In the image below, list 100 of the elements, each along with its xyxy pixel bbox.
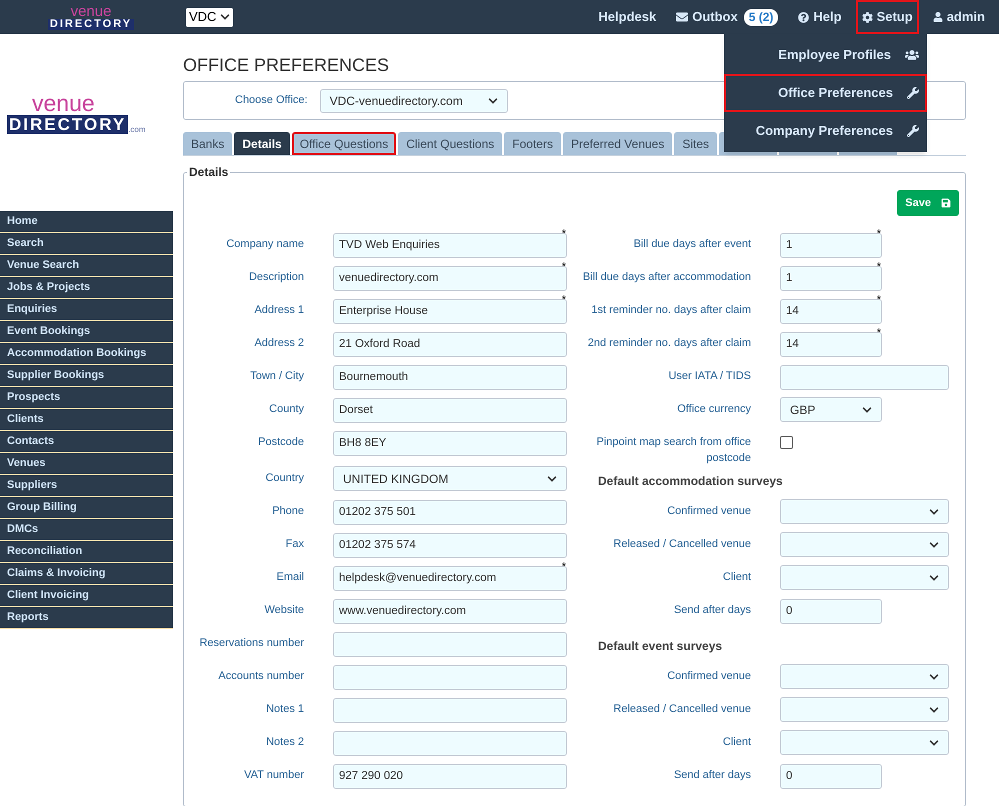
nav-link[interactable]: Helpdesk [594,2,660,32]
field-label: Client [722,735,751,750]
section-title: Details [188,164,230,181]
input-field[interactable]: 1 [780,232,882,258]
field-label: Choose Office: [235,93,308,108]
field-label: Fax [284,537,304,552]
wrench-icon [907,125,919,137]
section-heading: Default accommodation surveys [598,473,783,490]
nav-link[interactable]: admin [928,2,989,32]
input-field[interactable]: 1 [780,266,882,290]
field-label: Send after days [672,603,751,618]
sidebar-item[interactable]: Home [0,211,173,233]
field-label: Email [275,570,304,585]
input-field[interactable] [780,364,949,390]
menu-item[interactable]: Office Preferences [724,74,927,112]
input-field[interactable]: Bournemouth [333,364,567,390]
input-field[interactable]: 14 [780,332,882,356]
tab[interactable]: Footers [504,132,561,155]
tab[interactable]: Sites [674,132,718,155]
sidebar-item[interactable]: Suppliers [0,475,173,497]
select-field[interactable] [780,730,949,755]
sidebar-item[interactable]: Client Invoicing [0,585,173,607]
sidebar-item[interactable]: Accommodation Bookings [0,343,173,365]
users-icon [905,48,919,62]
nav-link[interactable]: Setup [858,2,917,32]
field-label: 2nd reminder no. days after claim [586,336,751,351]
chevron-down-icon [929,672,939,682]
save-icon [941,198,951,208]
input-field[interactable]: venuedirectory.com [333,266,567,290]
page-title: OFFICE PREFERENCES [183,54,390,76]
field-label: Postcode [257,435,304,450]
input-field[interactable]: 0 [780,598,882,624]
sidebar-item[interactable]: Reconciliation [0,541,173,563]
field-label: Released / Cancelled venue [612,537,751,552]
input-field[interactable]: helpdesk@venuedirectory.com [333,566,567,590]
tab[interactable]: Office Questions [292,132,396,155]
tab[interactable]: Banks [183,132,232,155]
select-field[interactable] [780,664,949,689]
input-field[interactable]: www.venuedirectory.com [333,598,567,624]
field-label: Office currency [676,402,751,417]
sidebar-item[interactable]: Clients [0,409,173,431]
input-field[interactable]: Enterprise House [333,298,567,324]
sidebar-item[interactable]: Supplier Bookings [0,365,173,387]
input-field[interactable] [333,632,567,656]
field-label: Website [263,603,304,618]
tab[interactable]: Preferred Venues [562,132,672,155]
section-heading: Default event surveys [598,638,722,655]
select-field[interactable] [780,532,949,557]
field-label: Confirmed venue [666,504,751,519]
nav-link[interactable]: Help [794,2,846,32]
sidebar-item[interactable]: Group Billing [0,497,173,519]
chevron-down-icon [929,738,939,748]
sidebar-item[interactable]: Enquiries [0,299,173,321]
field-label: Accounts number [217,669,304,684]
input-field[interactable]: 01202 375 574 [333,532,567,558]
sidebar-item[interactable]: Venue Search [0,255,173,277]
sidebar-item[interactable]: Event Bookings [0,321,173,343]
envelope-icon [676,11,688,23]
input-field[interactable]: 21 Oxford Road [333,332,567,356]
select-field[interactable]: UNITED KINGDOM [333,466,567,491]
input-field[interactable]: BH8 8EY [333,430,567,456]
sidebar-item[interactable]: Contacts [0,431,173,453]
field-label: Notes 1 [265,702,304,717]
input-field[interactable]: 14 [780,298,882,324]
input-field[interactable]: TVD Web Enquiries [333,232,567,258]
field-label: Pinpoint map search from office postcode [596,435,751,466]
input-field[interactable]: 01202 375 501 [333,500,567,524]
select-field[interactable] [780,697,949,722]
sidebar-item[interactable]: Prospects [0,387,173,409]
select-field[interactable]: VDC-venuedirectory.com [320,88,508,112]
sidebar-item[interactable]: Claims & Invoicing [0,563,173,585]
chevron-down-icon [488,96,498,106]
select-field[interactable]: GBP [780,397,882,422]
input-field[interactable] [333,730,567,756]
field-label: County [268,402,304,417]
input-field[interactable] [333,664,567,690]
field-label: VAT number [243,768,304,783]
input-field[interactable]: Dorset [333,398,567,422]
sidebar-item[interactable]: Reports [0,607,173,629]
nav-link[interactable]: Outbox 5 (2) [672,2,782,32]
field-label: Country [264,471,304,486]
checkbox[interactable] [780,436,793,449]
input-field[interactable] [333,698,567,722]
select-field[interactable] [780,499,949,524]
chevron-down-icon [862,404,872,414]
field-label: Company name [225,237,304,252]
office-select[interactable]: VDC [186,8,234,26]
sidebar-item[interactable]: DMCs [0,519,173,541]
menu-item[interactable]: Employee Profiles [724,36,927,74]
select-field[interactable] [780,565,949,590]
input-field[interactable]: 927 290 020 [333,764,567,788]
menu-item[interactable]: Company Preferences [724,112,927,150]
tab[interactable]: Client Questions [398,132,502,155]
settings-icon [862,12,873,22]
input-field[interactable]: 0 [780,764,882,788]
sidebar-item[interactable]: Jobs & Projects [0,277,173,299]
field-label: User IATA / TIDS [667,369,751,384]
sidebar-item[interactable]: Venues [0,453,173,475]
sidebar-item[interactable]: Search [0,233,173,255]
tab[interactable]: Details [234,132,290,155]
